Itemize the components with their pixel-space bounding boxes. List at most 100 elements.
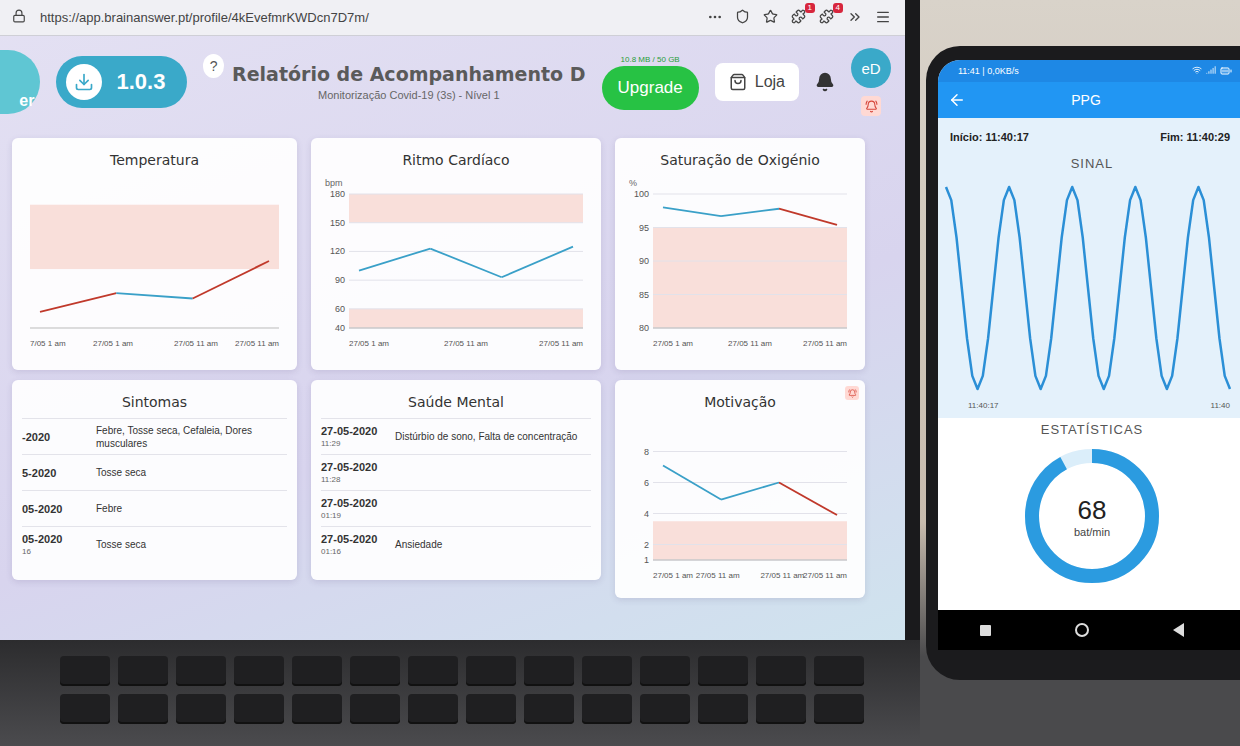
key[interactable] xyxy=(582,656,632,686)
date-cell: 27-05-202001:19 xyxy=(321,497,387,520)
more-icon[interactable] xyxy=(707,9,725,27)
key[interactable] xyxy=(524,656,574,686)
x-label: 27/05 11 am xyxy=(803,339,847,348)
key[interactable] xyxy=(698,656,748,686)
unit-label: % xyxy=(629,178,637,188)
chevrons-icon[interactable] xyxy=(847,9,865,27)
x-label: 27/05 11 am xyxy=(696,571,740,580)
table-card: Saúde Mental 27-05-202011:29Distúrbio de … xyxy=(311,380,601,580)
key[interactable] xyxy=(582,694,632,724)
entry-text: Ansiedade xyxy=(395,538,591,551)
key[interactable] xyxy=(640,656,690,686)
help-button[interactable]: ? xyxy=(203,54,224,78)
key[interactable] xyxy=(176,694,226,724)
chart-card: Temperatura7/05 1 am27/05 1 am27/05 11 a… xyxy=(12,138,297,370)
avatar[interactable]: eD xyxy=(851,48,891,88)
chart-segment xyxy=(779,483,837,516)
key[interactable] xyxy=(118,694,168,724)
key[interactable] xyxy=(350,694,400,724)
star-icon[interactable] xyxy=(763,9,781,27)
address-bar[interactable]: https://app.brainanswer.pt/profile/4kEve… xyxy=(40,10,697,25)
entries-table: 27-05-202011:29Distúrbio de sono, Falta … xyxy=(321,418,591,562)
dashboard-grid: Temperatura7/05 1 am27/05 1 am27/05 11 a… xyxy=(0,128,905,608)
extension-icon[interactable]: 1 xyxy=(791,9,809,27)
laptop-screen: https://app.brainanswer.pt/profile/4kEve… xyxy=(0,0,905,640)
key[interactable] xyxy=(698,694,748,724)
home-icon[interactable] xyxy=(1075,623,1089,637)
x-label: 27/05 1 am xyxy=(93,339,133,348)
recording-times: Início: 11:40:17Fim: 11:40:29 xyxy=(938,118,1240,152)
key[interactable] xyxy=(234,694,284,724)
key[interactable] xyxy=(60,694,110,724)
card-title: Motivação xyxy=(625,390,855,412)
y-tick: 2 xyxy=(644,540,847,550)
svg-text:85: 85 xyxy=(639,290,649,300)
bell-icon[interactable] xyxy=(815,72,835,92)
key[interactable] xyxy=(640,694,690,724)
shield-icon[interactable] xyxy=(735,9,753,27)
svg-text:40: 40 xyxy=(335,323,345,333)
back-icon[interactable] xyxy=(1173,623,1184,637)
download-button[interactable]: 1.0.3 xyxy=(56,56,187,108)
x-label: 27/05 11 am xyxy=(539,339,583,348)
upgrade-button[interactable]: Upgrade xyxy=(602,66,699,110)
key[interactable] xyxy=(234,656,284,686)
key[interactable] xyxy=(350,656,400,686)
key[interactable] xyxy=(814,694,864,724)
key[interactable] xyxy=(408,694,458,724)
y-tick: 95 xyxy=(639,223,847,233)
chart-segment xyxy=(430,249,501,278)
y-tick: 1 xyxy=(644,555,847,565)
key[interactable] xyxy=(466,656,516,686)
alarm-icon[interactable] xyxy=(861,96,881,116)
chart-segment xyxy=(116,293,192,298)
status-bar: 11:41 | 0,0KB/s xyxy=(938,60,1240,82)
date-cell: 27-05-202011:28 xyxy=(321,461,387,484)
table-row: 27-05-202001:19 xyxy=(321,490,591,526)
menu-icon[interactable] xyxy=(875,9,893,27)
svg-text:150: 150 xyxy=(330,218,345,228)
chart-segment xyxy=(663,207,721,216)
key[interactable] xyxy=(524,694,574,724)
extension-badge: 1 xyxy=(805,3,815,13)
chart-segment xyxy=(502,247,573,278)
extension-icon[interactable]: 4 xyxy=(819,9,837,27)
ppg-waveform xyxy=(938,175,1238,401)
card-title: Saúde Mental xyxy=(321,390,591,412)
unit-label: bpm xyxy=(325,178,343,188)
key[interactable] xyxy=(176,656,226,686)
phone-screen: 11:41 | 0,0KB/sPPGInício: 11:40:17Fim: 1… xyxy=(938,60,1240,650)
key-row xyxy=(60,656,890,686)
x-label: 27/05 11 am xyxy=(174,339,218,348)
shop-button[interactable]: Loja xyxy=(715,63,799,101)
y-tick: 180 xyxy=(330,189,583,199)
y-tick: 150 xyxy=(330,218,583,228)
back-arrow-icon[interactable] xyxy=(948,91,966,109)
key[interactable] xyxy=(118,656,168,686)
key[interactable] xyxy=(292,694,342,724)
chart-segment xyxy=(40,293,116,312)
key[interactable] xyxy=(60,656,110,686)
key[interactable] xyxy=(814,656,864,686)
key[interactable] xyxy=(408,656,458,686)
gauge: 68bat/min xyxy=(1017,441,1167,591)
y-tick: 100 xyxy=(634,189,847,199)
svg-text:6: 6 xyxy=(644,478,649,488)
alert-band xyxy=(653,521,847,560)
entries-table: -2020Febre, Tosse seca, Cefaleia, Dores … xyxy=(22,418,287,562)
storage-usage: 10.8 MB / 50 GB xyxy=(621,55,680,64)
key[interactable] xyxy=(466,694,516,724)
recents-icon[interactable] xyxy=(980,625,991,636)
key[interactable] xyxy=(756,694,806,724)
key[interactable] xyxy=(756,656,806,686)
logo[interactable]: er xyxy=(0,50,40,114)
upgrade-group: 10.8 MB / 50 GB Upgrade xyxy=(602,55,699,110)
y-tick: 90 xyxy=(335,275,583,285)
account: eD xyxy=(851,48,891,116)
alert-icon[interactable] xyxy=(845,386,859,400)
svg-text:1: 1 xyxy=(644,555,649,565)
subtitle: Monitorização Covid-19 (3s) - Nível 1 xyxy=(318,89,500,101)
date-cell: 05-202016 xyxy=(22,533,88,556)
key[interactable] xyxy=(292,656,342,686)
y-tick: 8 xyxy=(644,447,847,457)
